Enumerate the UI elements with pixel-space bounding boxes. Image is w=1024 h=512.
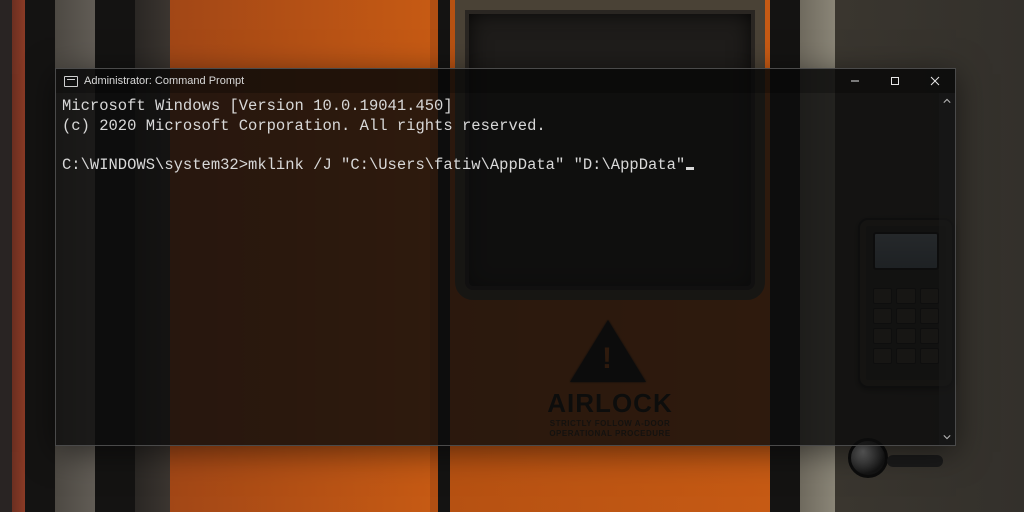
terminal-output[interactable]: Microsoft Windows [Version 10.0.19041.45…: [56, 93, 939, 445]
terminal-line-2: (c) 2020 Microsoft Corporation. All righ…: [62, 117, 546, 135]
chevron-up-icon: [943, 97, 951, 105]
command-prompt-window: Administrator: Command Prompt Microsoft …: [55, 68, 956, 446]
vertical-scrollbar[interactable]: [939, 93, 955, 445]
cmd-app-icon: [64, 76, 78, 87]
window-titlebar[interactable]: Administrator: Command Prompt: [56, 69, 955, 93]
scroll-up-button[interactable]: [939, 93, 955, 109]
close-icon: [930, 76, 940, 86]
terminal-prompt-path: C:\WINDOWS\system32>: [62, 156, 248, 174]
minimize-button[interactable]: [835, 69, 875, 93]
maximize-button[interactable]: [875, 69, 915, 93]
maximize-icon: [890, 76, 900, 86]
scroll-down-button[interactable]: [939, 429, 955, 445]
window-title: Administrator: Command Prompt: [84, 75, 244, 87]
scrollbar-track[interactable]: [939, 109, 955, 429]
chevron-down-icon: [943, 433, 951, 441]
terminal-line-1: Microsoft Windows [Version 10.0.19041.45…: [62, 97, 453, 115]
terminal-body[interactable]: Microsoft Windows [Version 10.0.19041.45…: [56, 93, 955, 445]
close-button[interactable]: [915, 69, 955, 93]
terminal-command: mklink /J "C:\Users\fatiw\AppData" "D:\A…: [248, 156, 685, 174]
terminal-cursor: [686, 167, 694, 170]
minimize-icon: [850, 76, 860, 86]
